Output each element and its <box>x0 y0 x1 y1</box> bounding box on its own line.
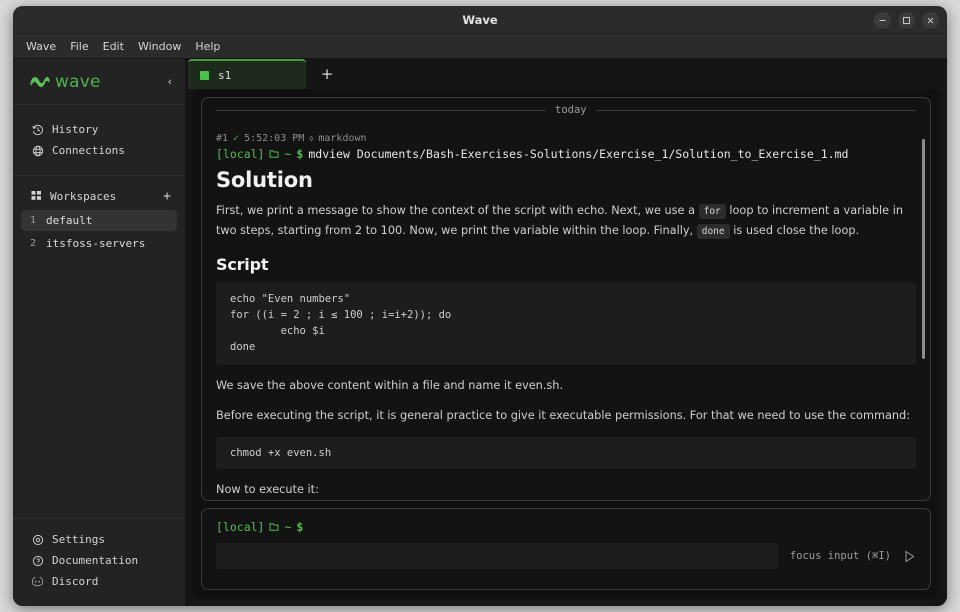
sidebar-workspaces-section: Workspaces + 1 default 2 itsfoss-servers <box>13 176 185 266</box>
maximize-icon <box>903 16 910 24</box>
terminal-input-block: [local] ~ $ focus input (⌘I) <box>201 508 931 590</box>
divider-line-left <box>216 109 546 111</box>
sidebar-item-label: Settings <box>52 533 105 546</box>
terminal-block: today #1 ✓ 5:52:03 PM ⬨ markdown [local]… <box>201 97 931 501</box>
prompt-host: [local] <box>216 520 265 534</box>
menu-bar: Wave File Edit Window Help <box>13 34 947 59</box>
md-paragraph-execute: Now to execute it: <box>216 483 319 497</box>
workspace-item-default[interactable]: 1 default <box>21 210 177 231</box>
workspace-index: 2 <box>30 238 37 249</box>
prompt-cwd: ~ <box>284 147 292 161</box>
prompt-cwd: ~ <box>284 520 292 534</box>
workspaces-header: Workspaces + <box>13 186 185 207</box>
grid-icon <box>31 190 42 204</box>
focus-input-hint: focus input (⌘I) <box>789 550 891 562</box>
block-mode: markdown <box>318 133 367 144</box>
command-input[interactable] <box>216 543 778 569</box>
sidebar-item-documentation[interactable]: Documentation <box>13 550 185 571</box>
sidebar-item-settings[interactable]: Settings <box>13 529 185 550</box>
md-paragraph-intro: First, we print a message to show the co… <box>216 201 916 241</box>
md-heading-script: Script <box>216 254 269 274</box>
block-time: 5:52:03 PM <box>244 133 305 144</box>
input-row: focus input (⌘I) <box>216 543 916 569</box>
close-button[interactable] <box>922 11 939 29</box>
date-divider: today <box>202 98 930 123</box>
md-paragraph-save: We save the above content within a file … <box>216 378 564 392</box>
globe-icon <box>31 145 44 157</box>
markdown-view: Solution First, we print a message to sh… <box>216 168 916 500</box>
sidebar-header: wave ‹ <box>13 59 185 105</box>
prompt-command: mdview Documents/Bash-Exercises-Solution… <box>308 147 849 161</box>
minimize-button[interactable] <box>874 11 891 29</box>
sidebar-item-discord[interactable]: Discord <box>13 571 185 592</box>
gear-icon <box>31 534 44 546</box>
tab-label: s1 <box>218 68 232 82</box>
menu-item-wave[interactable]: Wave <box>26 40 56 53</box>
date-divider-label: today <box>555 104 587 116</box>
md-code-block-script: echo "Even numbers" for ((i = 2 ; i ≤ 10… <box>216 281 916 365</box>
markdown-mode-icon: ⬨ <box>309 133 314 144</box>
tab-bar: s1 + <box>185 59 947 89</box>
title-bar: Wave <box>13 6 947 34</box>
prompt-symbol: $ <box>296 147 304 161</box>
menu-item-file[interactable]: File <box>70 40 88 53</box>
workspace-item-itsfoss-servers[interactable]: 2 itsfoss-servers <box>21 233 177 254</box>
wave-logo-icon <box>29 74 50 90</box>
window-controls <box>874 6 939 34</box>
menu-item-help[interactable]: Help <box>195 40 220 53</box>
workspaces-label: Workspaces <box>50 190 117 203</box>
maximize-button[interactable] <box>898 11 915 29</box>
success-check-icon: ✓ <box>233 133 240 144</box>
close-icon <box>927 17 934 23</box>
window-title: Wave <box>462 12 498 27</box>
wave-logo-text: wave <box>55 71 101 92</box>
discord-icon <box>31 576 44 587</box>
md-heading-solution: Solution <box>216 168 313 192</box>
md-paragraph-permissions: Before executing the script, it is gener… <box>216 409 911 423</box>
send-button[interactable] <box>903 550 916 563</box>
sidebar: wave ‹ History Connections Workspaces + … <box>13 59 185 606</box>
add-workspace-button[interactable]: + <box>163 190 171 203</box>
divider-line-right <box>595 109 916 111</box>
question-icon <box>31 555 44 567</box>
input-prompt-line: [local] ~ $ <box>216 520 916 534</box>
sidebar-item-label: Connections <box>52 144 125 157</box>
tab-status-icon <box>200 70 209 80</box>
tab-s1[interactable]: s1 <box>188 59 306 89</box>
add-tab-button[interactable]: + <box>306 59 348 89</box>
sidebar-nav-section: History Connections <box>13 105 185 176</box>
workspace-canvas: today #1 ✓ 5:52:03 PM ⬨ markdown [local]… <box>193 89 939 598</box>
content-scrollbar[interactable] <box>922 139 925 359</box>
folder-icon <box>269 522 279 532</box>
md-inline-code-done: done <box>696 223 730 239</box>
menu-item-edit[interactable]: Edit <box>103 40 124 53</box>
md-text: is used close the loop. <box>733 223 860 237</box>
minimize-icon <box>879 19 886 21</box>
body-split: wave ‹ History Connections Workspaces + … <box>13 59 947 606</box>
app-window: Wave Wave File Edit Window Help wave ‹ H… <box>13 6 947 606</box>
md-code-block-chmod: chmod +x even.sh <box>216 437 916 470</box>
sidebar-item-connections[interactable]: Connections <box>13 140 185 161</box>
sidebar-item-history[interactable]: History <box>13 119 185 140</box>
sidebar-item-label: Documentation <box>52 554 139 567</box>
history-icon <box>31 124 44 136</box>
block-index: #1 <box>216 133 229 144</box>
collapse-sidebar-icon[interactable]: ‹ <box>168 75 172 88</box>
sidebar-item-label: Discord <box>52 575 99 588</box>
menu-item-window[interactable]: Window <box>138 40 181 53</box>
block-content: #1 ✓ 5:52:03 PM ⬨ markdown [local] ~ $ m… <box>202 123 930 500</box>
md-text: First, we print a message to show the co… <box>216 204 696 217</box>
main-pane: s1 + today #1 ✓ 5:52:03 PM ⬨ markdown [l… <box>185 59 947 606</box>
sidebar-item-label: History <box>52 123 99 136</box>
command-prompt-line: [local] ~ $ mdview Documents/Bash-Exerci… <box>216 147 916 161</box>
block-meta: #1 ✓ 5:52:03 PM ⬨ markdown <box>216 133 916 144</box>
prompt-symbol: $ <box>296 520 304 534</box>
prompt-host: [local] <box>216 147 265 161</box>
sidebar-bottom-section: Settings Documentation Discord <box>13 518 185 606</box>
md-inline-code-for: for <box>698 204 726 219</box>
workspace-label: itsfoss-servers <box>46 237 146 250</box>
workspace-label: default <box>46 214 93 227</box>
workspace-index: 1 <box>30 215 37 226</box>
folder-icon <box>269 149 279 159</box>
